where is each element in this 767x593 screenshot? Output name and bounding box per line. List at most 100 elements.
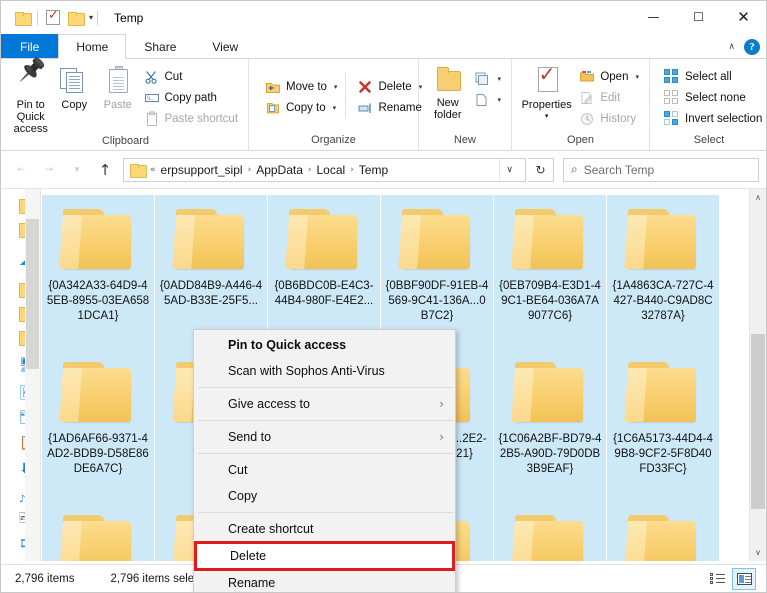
rename-button[interactable]: Rename	[353, 97, 426, 118]
context-menu-item-cut[interactable]: Cut	[194, 457, 455, 483]
history-button[interactable]: History	[575, 108, 643, 129]
open-button[interactable]: Open ▾	[575, 66, 643, 87]
organize-group-label: Organize	[249, 134, 418, 150]
window-controls: — ☐ ✕	[631, 1, 766, 33]
folder-icon	[626, 515, 700, 561]
file-item[interactable]: {1AD6AF66-9371-4AD2-BDB9-D58E86DE6A7C}	[42, 348, 154, 501]
file-item[interactable]: {0ADD84B9-A446-45AD-B33E-25F5...	[155, 195, 267, 348]
maximize-button[interactable]: ☐	[676, 1, 721, 33]
new-item-chevron-down-icon[interactable]: ▾	[497, 75, 501, 83]
clipboard-group-label: Clipboard	[3, 135, 248, 150]
forward-button[interactable]: →	[36, 157, 62, 183]
properties-button[interactable]: ✓ Properties ▾	[518, 63, 575, 123]
file-name: {1C6A5173-44D4-49B8-9CF2-5F8D40FD33FC}	[611, 432, 715, 477]
context-menu-item-scan-with-sophos[interactable]: Scan with Sophos Anti-Virus	[194, 358, 455, 384]
recent-locations-button[interactable]: ▾	[64, 157, 90, 183]
copy-to-chevron-down-icon[interactable]: ▾	[333, 104, 337, 112]
context-menu-separator-2	[198, 420, 453, 421]
refresh-button[interactable]: ↻	[528, 158, 554, 182]
breadcrumb-erpsupport-sipl[interactable]: erpsupport_sipl	[157, 163, 247, 177]
window-menu-folder-icon[interactable]	[11, 7, 33, 29]
help-icon[interactable]: ?	[744, 39, 760, 55]
nav-pane-scroll-thumb[interactable]	[26, 219, 39, 369]
ribbon-group-select: Select all Select none Invert selection	[650, 59, 767, 150]
edit-button[interactable]: Edit	[575, 87, 643, 108]
folder-icon	[287, 209, 361, 271]
folder-icon	[513, 209, 587, 271]
context-menu-item-rename[interactable]: Rename	[194, 570, 455, 593]
qat-customize-chevron-icon[interactable]: ▾	[89, 13, 93, 22]
paste-shortcut-button[interactable]: Paste shortcut	[140, 108, 243, 129]
folder-icon	[61, 209, 135, 271]
new-item-button[interactable]: ▾	[470, 68, 505, 89]
copy-button[interactable]: Copy	[53, 63, 97, 111]
file-item[interactable]: {0BBF90DF-91EB-4569-9C41-136A...0B7C2}	[381, 195, 493, 348]
details-view-button[interactable]	[705, 568, 729, 590]
file-item[interactable]: {0B6BDC0B-E4C3-44B4-980F-E4E2...	[268, 195, 380, 348]
easy-access-chevron-down-icon[interactable]: ▾	[497, 96, 501, 104]
invert-selection-button[interactable]: Invert selection	[660, 108, 766, 129]
context-menu-item-create-shortcut[interactable]: Create shortcut	[194, 516, 455, 542]
context-menu-item-send-to[interactable]: Send to ›	[194, 424, 455, 450]
invert-selection-label: Invert selection	[685, 113, 762, 125]
scroll-up-arrow-icon[interactable]: ∧	[750, 189, 766, 206]
scroll-thumb[interactable]	[751, 334, 765, 509]
select-none-button[interactable]: Select none	[660, 87, 766, 108]
new-folder-button[interactable]: New folder	[425, 63, 470, 121]
file-item[interactable]	[494, 501, 606, 561]
tab-file[interactable]: File	[1, 34, 58, 58]
context-menu-item-delete[interactable]: Delete	[196, 543, 453, 569]
minimize-button[interactable]: —	[631, 1, 676, 33]
tab-view[interactable]: View	[194, 34, 256, 58]
back-button[interactable]: ←	[8, 157, 34, 183]
large-icons-view-button[interactable]	[732, 568, 756, 590]
file-item[interactable]: {1C06A2BF-BD79-42B5-A90D-79D0DB3B9EAF}	[494, 348, 606, 501]
context-menu-item-give-access-to[interactable]: Give access to ›	[194, 391, 455, 417]
context-menu: Pin to Quick access Scan with Sophos Ant…	[193, 329, 456, 593]
search-box[interactable]: ⌕ Search Temp	[563, 158, 759, 182]
select-all-label: Select all	[685, 71, 732, 83]
breadcrumb-local[interactable]: Local	[313, 163, 350, 177]
move-to-chevron-down-icon[interactable]: ▾	[334, 83, 338, 91]
scroll-down-arrow-icon[interactable]: ∨	[750, 544, 766, 561]
tab-share[interactable]: Share	[126, 34, 194, 58]
navigation-pane[interactable]: ☁ 🖥 🖼 🗂 📋 ⬇ ♪ 🖻 🎞	[1, 189, 41, 561]
ribbon-tab-bar: File Home Share View ∧ ?	[1, 34, 766, 59]
delete-button[interactable]: Delete ▾	[353, 76, 426, 97]
select-all-button[interactable]: Select all	[660, 66, 766, 87]
breadcrumb-temp[interactable]: Temp	[355, 163, 392, 177]
copy-to-button[interactable]: Copy to ▾	[261, 97, 341, 118]
easy-access-button[interactable]: ▾	[470, 89, 505, 110]
ribbon-group-new: New folder ▾ ▾	[419, 59, 512, 150]
context-menu-item-copy[interactable]: Copy	[194, 483, 455, 509]
file-item[interactable]: {0EB709B4-E3D1-49C1-BE64-036A7A9077C6}	[494, 195, 606, 348]
nav-pane-scrollbar[interactable]	[25, 189, 40, 561]
collapse-ribbon-icon[interactable]: ∧	[728, 42, 735, 52]
file-list-scrollbar[interactable]: ∧ ∨	[749, 189, 766, 561]
up-button[interactable]: ↑	[92, 157, 118, 183]
move-to-button[interactable]: Move to ▾	[261, 76, 341, 97]
file-item[interactable]	[607, 501, 719, 561]
paste-button[interactable]: Paste	[96, 63, 140, 111]
qat-properties-icon[interactable]	[42, 7, 64, 29]
breadcrumb-appdata[interactable]: AppData	[252, 163, 307, 177]
copy-path-button[interactable]: \\.. Copy path	[140, 87, 243, 108]
qat-new-folder-icon[interactable]	[64, 7, 86, 29]
pin-to-quick-access-button[interactable]: Pin to Quick access	[9, 63, 53, 135]
properties-chevron-down-icon[interactable]: ▾	[545, 111, 549, 123]
file-item[interactable]: {1C6A5173-44D4-49B8-9CF2-5F8D40FD33FC}	[607, 348, 719, 501]
ribbon-tab-bar-right: ∧ ?	[728, 34, 760, 59]
close-button[interactable]: ✕	[721, 1, 766, 33]
cut-button[interactable]: Cut	[140, 66, 243, 87]
open-chevron-down-icon[interactable]: ▾	[635, 73, 639, 81]
ribbon: Pin to Quick access Copy Paste	[1, 59, 766, 151]
tab-home[interactable]: Home	[58, 34, 126, 59]
address-dropdown-chevron-icon[interactable]: ∨	[499, 159, 522, 181]
file-item[interactable]: {0A342A33-64D9-45EB-8955-03EA6581DCA1}	[42, 195, 154, 348]
context-menu-item-pin-to-quick-access[interactable]: Pin to Quick access	[194, 332, 455, 358]
invert-selection-icon	[664, 111, 680, 127]
submenu-arrow-icon: ›	[439, 397, 444, 411]
address-input[interactable]: « erpsupport_sipl › AppData › Local › Te…	[123, 158, 526, 182]
file-item[interactable]: {1A4863CA-727C-4427-B440-C9AD8C32787A}	[607, 195, 719, 348]
file-item[interactable]	[42, 501, 154, 561]
